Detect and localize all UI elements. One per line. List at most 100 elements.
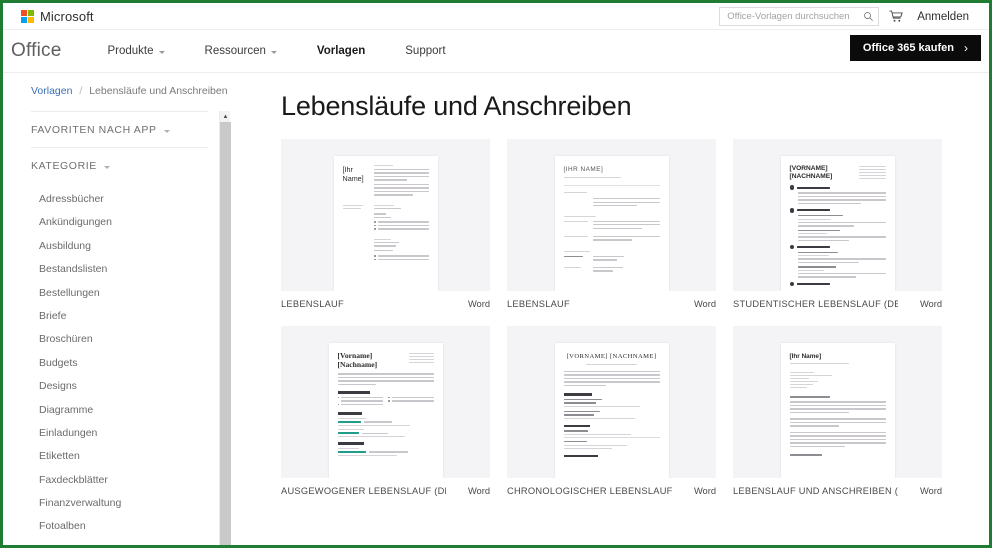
nav-item-produkte-label: Produkte xyxy=(107,45,154,57)
breadcrumb: Vorlagen / Lebensläufe und Anschreiben xyxy=(31,85,235,97)
breadcrumb-separator: / xyxy=(79,85,83,97)
shopping-cart-button[interactable] xyxy=(879,3,913,30)
template-caption: LEBENSLAUF Word xyxy=(507,291,716,309)
category-label: KATEGORIE xyxy=(31,160,97,172)
template-thumbnail[interactable]: [IHR NAME] xyxy=(507,139,716,291)
template-app: Word xyxy=(693,299,716,309)
office-nav-bar: Office Produkte Ressourcen Vorlagen Supp… xyxy=(3,30,989,73)
top-bar-right-group: Anmelden xyxy=(719,3,981,30)
breadcrumb-current: Lebensläufe und Anschreiben xyxy=(89,85,228,97)
doc-name-text: [VORNAME] [NACHNAME] xyxy=(789,165,833,180)
nav-item-support-label: Support xyxy=(405,45,446,57)
template-app: Word xyxy=(467,486,490,496)
sidebar-item-bestellungen[interactable]: Bestellungen xyxy=(31,287,235,310)
sidebar-item-faxdeckblaetter[interactable]: Faxdeckblätter xyxy=(31,474,235,497)
buy-office-365-label: Office 365 kaufen xyxy=(862,42,954,54)
template-thumbnail[interactable]: [VORNAME] [NACHNAME] xyxy=(733,139,942,291)
buy-office-365-button[interactable]: Office 365 kaufen › xyxy=(849,35,981,61)
template-caption: LEBENSLAUF Word xyxy=(281,291,490,309)
favorites-by-app-header[interactable]: FAVORITEN NACH APP xyxy=(31,112,235,147)
template-grid: [Ihr Name] LEBENSLAUF Word [IHR NAME] LE… xyxy=(281,139,989,496)
search-box[interactable] xyxy=(719,7,880,26)
template-name[interactable]: LEBENSLAUF xyxy=(281,299,344,309)
document-preview: [IHR NAME] xyxy=(554,156,669,291)
page-title: Lebensläufe und Anschreiben xyxy=(281,91,632,121)
sidebar-item-briefe[interactable]: Briefe xyxy=(31,310,235,333)
document-preview: [Vorname] [Nachname] xyxy=(328,343,443,478)
chevron-right-icon: › xyxy=(964,41,968,55)
template-name[interactable]: STUDENTISCHER LEBENSLAUF (DESIGN "M... xyxy=(733,299,898,309)
template-card[interactable]: [Ihr Name] xyxy=(281,139,490,309)
sidebar-item-fotoalben[interactable]: Fotoalben xyxy=(31,520,235,543)
document-preview: [VORNAME] [NACHNAME] xyxy=(780,156,895,291)
document-preview: [Ihr Name] xyxy=(333,156,438,291)
template-caption: AUSGEWOGENER LEBENSLAUF (DESIGN "M... Wo… xyxy=(281,478,490,496)
browser-viewport: Microsoft Anmelden Office xyxy=(0,0,992,548)
template-card[interactable]: [VORNAME] [NACHNAME] xyxy=(733,139,942,309)
template-name[interactable]: CHRONOLOGISCHER LEBENSLAUF (DESIGN ... xyxy=(507,486,672,496)
chevron-down-icon xyxy=(103,165,110,169)
sidebar-item-etiketten[interactable]: Etiketten xyxy=(31,450,235,473)
sidebar-item-diagramme[interactable]: Diagramme xyxy=(31,404,235,427)
main-panel: Lebensläufe und Anschreiben [Ihr Name] L… xyxy=(235,73,989,544)
search-input[interactable] xyxy=(727,11,864,22)
sidebar-item-einladungen[interactable]: Einladungen xyxy=(31,427,235,450)
microsoft-squares-icon xyxy=(21,9,34,23)
sidebar-item-broschueren[interactable]: Broschüren xyxy=(31,333,235,356)
document-preview: [Ihr Name] xyxy=(780,343,895,478)
sidebar-item-designs[interactable]: Designs xyxy=(31,380,235,403)
search-icon[interactable] xyxy=(863,11,874,22)
doc-name-text: [Vorname] [Nachname] xyxy=(337,351,378,369)
chevron-down-icon xyxy=(163,129,170,133)
template-name[interactable]: AUSGEWOGENER LEBENSLAUF (DESIGN "M... xyxy=(281,486,446,496)
shopping-cart-icon xyxy=(889,10,903,22)
template-app: Word xyxy=(919,486,942,496)
category-header[interactable]: KATEGORIE xyxy=(31,148,235,183)
microsoft-logo[interactable]: Microsoft xyxy=(21,9,94,24)
microsoft-brand-label: Microsoft xyxy=(40,8,94,24)
scrollbar-thumb[interactable] xyxy=(220,122,231,545)
scrollbar-up-arrow[interactable]: ▲ xyxy=(220,111,231,122)
page-content: Vorlagen / Lebensläufe und Anschreiben F… xyxy=(3,73,989,545)
sign-in-link[interactable]: Anmelden xyxy=(913,11,981,23)
template-name[interactable]: LEBENSLAUF xyxy=(507,299,570,309)
sidebar-item-adressbuecher[interactable]: Adressbücher xyxy=(31,193,235,216)
doc-name-text: [VORNAME] [NACHNAME] xyxy=(566,353,657,360)
template-caption: LEBENSLAUF UND ANSCHREIBEN (CHRONO... Wo… xyxy=(733,478,942,496)
category-list: Adressbücher Ankündigungen Ausbildung Be… xyxy=(31,183,235,545)
nav-item-produkte[interactable]: Produkte xyxy=(87,45,184,57)
sidebar-item-lebenslaeufe-und-anschreiben[interactable]: Lebensläufe und Anschreiben xyxy=(31,544,235,545)
microsoft-top-bar: Microsoft Anmelden xyxy=(3,3,989,30)
nav-item-vorlagen[interactable]: Vorlagen xyxy=(297,45,385,57)
doc-name-text: [Ihr Name] xyxy=(789,353,822,360)
sidebar: Vorlagen / Lebensläufe und Anschreiben F… xyxy=(3,73,235,545)
sidebar-item-bestandslisten[interactable]: Bestandslisten xyxy=(31,263,235,286)
template-card[interactable]: [Ihr Name] xyxy=(733,326,942,496)
template-caption: CHRONOLOGISCHER LEBENSLAUF (DESIGN ... W… xyxy=(507,478,716,496)
chevron-down-icon xyxy=(270,50,277,54)
sidebar-item-budgets[interactable]: Budgets xyxy=(31,357,235,380)
breadcrumb-root-link[interactable]: Vorlagen xyxy=(31,85,72,97)
document-preview: [VORNAME] [NACHNAME] xyxy=(554,343,669,478)
office-brand-label[interactable]: Office xyxy=(11,40,87,62)
template-thumbnail[interactable]: [Vorname] [Nachname] xyxy=(281,326,490,478)
sidebar-item-ausbildung[interactable]: Ausbildung xyxy=(31,240,235,263)
template-thumbnail[interactable]: [Ihr Name] xyxy=(281,139,490,291)
sidebar-scrollbar[interactable]: ▲ ▼ xyxy=(219,111,231,545)
template-card[interactable]: [IHR NAME] LEBENSLAUF Word xyxy=(507,139,716,309)
sidebar-item-ankuendigungen[interactable]: Ankündigungen xyxy=(31,216,235,239)
template-card[interactable]: [Vorname] [Nachname] AUSGEWOGENER LEBENS… xyxy=(281,326,490,496)
template-app: Word xyxy=(693,486,716,496)
template-name[interactable]: LEBENSLAUF UND ANSCHREIBEN (CHRONO... xyxy=(733,486,898,496)
sidebar-item-finanzverwaltung[interactable]: Finanzverwaltung xyxy=(31,497,235,520)
template-caption: STUDENTISCHER LEBENSLAUF (DESIGN "M... W… xyxy=(733,291,942,309)
nav-item-support[interactable]: Support xyxy=(385,45,465,57)
nav-item-vorlagen-label: Vorlagen xyxy=(316,45,366,57)
chevron-down-icon xyxy=(158,50,165,54)
template-thumbnail[interactable]: [Ihr Name] xyxy=(733,326,942,478)
template-card[interactable]: [VORNAME] [NACHNAME] xyxy=(507,326,716,496)
nav-item-ressourcen[interactable]: Ressourcen xyxy=(185,45,297,57)
doc-name-text: [Ihr Name] xyxy=(342,165,364,183)
template-app: Word xyxy=(919,299,942,309)
template-thumbnail[interactable]: [VORNAME] [NACHNAME] xyxy=(507,326,716,478)
